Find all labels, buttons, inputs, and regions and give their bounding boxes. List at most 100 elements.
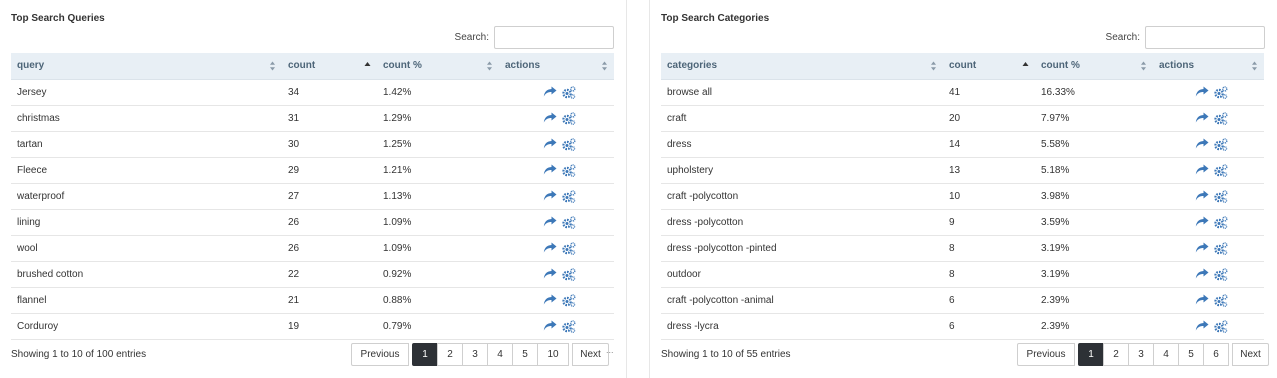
row-count: 22 [288, 268, 300, 280]
sort-icon[interactable] [1251, 61, 1258, 71]
row-percent: 1.25% [383, 138, 412, 150]
panel-divider [626, 0, 627, 378]
sort-icon[interactable] [486, 61, 493, 71]
share-arrow-icon[interactable] [543, 190, 557, 202]
gears-icon[interactable] [562, 319, 576, 333]
gears-icon[interactable] [1214, 293, 1228, 307]
share-arrow-icon[interactable] [543, 320, 557, 332]
column-header-query[interactable]: query [11, 53, 282, 80]
row-percent: 5.18% [1041, 164, 1070, 176]
gears-icon[interactable] [1214, 163, 1228, 177]
row-term: dress [667, 138, 692, 150]
row-actions [499, 131, 614, 157]
page-10-button[interactable]: 10 [537, 343, 569, 366]
actions-group [1159, 319, 1264, 333]
sort-icon[interactable] [930, 61, 937, 71]
gears-icon[interactable] [1214, 241, 1228, 255]
row-actions [499, 287, 614, 313]
page-5-button[interactable]: 5 [512, 343, 538, 366]
column-header-actions[interactable]: actions [1153, 53, 1264, 80]
row-count: 14 [949, 138, 961, 150]
gears-icon[interactable] [1214, 85, 1228, 99]
page-4-button[interactable]: 4 [487, 343, 513, 366]
gears-icon[interactable] [1214, 189, 1228, 203]
sort-icon[interactable] [269, 61, 276, 71]
share-arrow-icon[interactable] [1195, 268, 1209, 280]
share-arrow-icon[interactable] [543, 164, 557, 176]
actions-group [505, 137, 614, 151]
gears-icon[interactable] [1214, 267, 1228, 281]
page-4-button[interactable]: 4 [1153, 343, 1179, 366]
share-arrow-icon[interactable] [1195, 164, 1209, 176]
sort-asc-icon[interactable] [364, 61, 371, 71]
page-6-button[interactable]: 6 [1203, 343, 1229, 366]
page-5-button[interactable]: 5 [1178, 343, 1204, 366]
share-arrow-icon[interactable] [543, 268, 557, 280]
row-actions [499, 157, 614, 183]
share-arrow-icon[interactable] [1195, 86, 1209, 98]
gears-icon[interactable] [1214, 215, 1228, 229]
column-label: count % [1041, 60, 1080, 72]
share-arrow-icon[interactable] [543, 242, 557, 254]
gears-icon[interactable] [1214, 319, 1228, 333]
column-label: query [17, 60, 45, 72]
column-header-categories[interactable]: categories [661, 53, 943, 80]
gears-icon[interactable] [1214, 111, 1228, 125]
page-1-button[interactable]: 1 [412, 343, 438, 366]
share-arrow-icon[interactable] [543, 86, 557, 98]
gears-icon[interactable] [562, 111, 576, 125]
gears-icon[interactable] [562, 293, 576, 307]
page-2-button[interactable]: 2 [1103, 343, 1129, 366]
search-input[interactable] [1145, 26, 1265, 49]
previous-page-button[interactable]: Previous [351, 343, 409, 366]
gears-icon[interactable] [562, 267, 576, 281]
column-header-count[interactable]: count % [1035, 53, 1153, 80]
share-arrow-icon[interactable] [1195, 320, 1209, 332]
column-header-actions[interactable]: actions [499, 53, 614, 80]
share-arrow-icon[interactable] [1195, 190, 1209, 202]
column-header-count[interactable]: count [943, 53, 1035, 80]
share-arrow-icon[interactable] [1195, 112, 1209, 124]
page-3-button[interactable]: 3 [1128, 343, 1154, 366]
gears-icon[interactable] [1214, 137, 1228, 151]
gears-icon[interactable] [562, 85, 576, 99]
search-input[interactable] [494, 26, 614, 49]
sort-asc-icon[interactable] [1022, 61, 1029, 71]
next-page-button[interactable]: Next [1232, 343, 1269, 366]
share-arrow-icon[interactable] [1195, 242, 1209, 254]
share-arrow-icon[interactable] [543, 294, 557, 306]
row-count: 21 [288, 294, 300, 306]
page-3-button[interactable]: 3 [462, 343, 488, 366]
page-1-button[interactable]: 1 [1078, 343, 1104, 366]
row-count: 26 [288, 216, 300, 228]
sort-icon[interactable] [1140, 61, 1147, 71]
share-arrow-icon[interactable] [1195, 138, 1209, 150]
share-arrow-icon[interactable] [543, 112, 557, 124]
search-group: Search: [1106, 26, 1265, 49]
row-actions [1153, 131, 1264, 157]
next-page-button[interactable]: Next [572, 343, 609, 366]
column-header-count[interactable]: count [282, 53, 377, 80]
row-term: Jersey [17, 86, 47, 98]
gears-icon[interactable] [562, 241, 576, 255]
share-arrow-icon[interactable] [1195, 216, 1209, 228]
column-header-count[interactable]: count % [377, 53, 499, 80]
share-arrow-icon[interactable] [1195, 294, 1209, 306]
row-count: 6 [949, 320, 955, 332]
page-2-button[interactable]: 2 [437, 343, 463, 366]
previous-page-button[interactable]: Previous [1017, 343, 1075, 366]
share-arrow-icon[interactable] [543, 138, 557, 150]
row-term: browse all [667, 86, 713, 98]
row-term: christmas [17, 112, 60, 124]
table-row: upholstery 13 5.18% [661, 157, 1264, 183]
share-arrow-icon[interactable] [543, 216, 557, 228]
gears-icon[interactable] [562, 137, 576, 151]
gears-icon[interactable] [562, 163, 576, 177]
row-actions [1153, 157, 1264, 183]
row-percent: 16.33% [1041, 86, 1075, 98]
sort-icon[interactable] [601, 61, 608, 71]
gears-icon[interactable] [562, 215, 576, 229]
gears-icon[interactable] [562, 189, 576, 203]
row-percent: 1.21% [383, 164, 412, 176]
row-count: 8 [949, 242, 955, 254]
